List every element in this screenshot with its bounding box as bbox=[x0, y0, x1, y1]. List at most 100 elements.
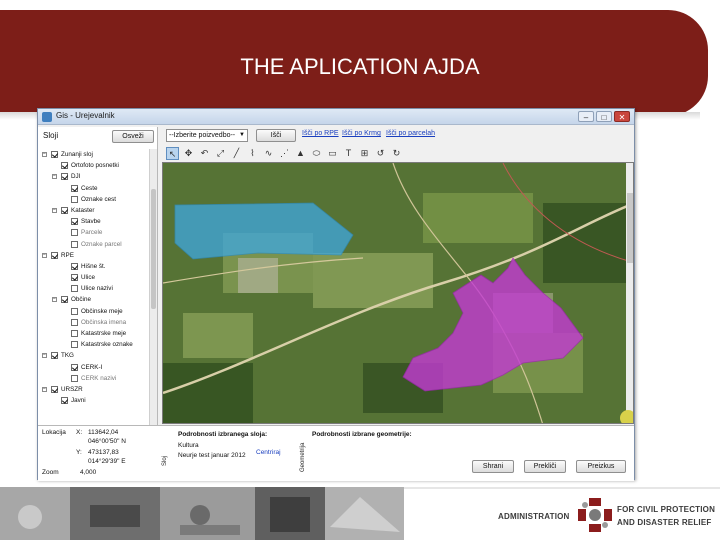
ellipse-tool-icon[interactable]: ⬭ bbox=[310, 147, 323, 160]
layer-checkbox[interactable] bbox=[71, 229, 78, 237]
layer-tree-row[interactable]: − URSZR bbox=[38, 384, 150, 395]
search-krmg-link[interactable]: Išči po Krmg bbox=[342, 130, 381, 137]
polyline-tool-icon[interactable]: ⌇ bbox=[246, 147, 259, 160]
search-button[interactable]: Išči bbox=[256, 129, 296, 142]
layer-tree-row[interactable]: − DJI bbox=[38, 171, 150, 182]
redo-icon[interactable]: ↻ bbox=[390, 147, 403, 160]
layer-checkbox[interactable] bbox=[71, 274, 78, 282]
layer-checkbox[interactable] bbox=[61, 173, 68, 181]
drawing-toolbar: ↖ ✥ ↶ ⤢ ╱ ⌇ ∿ ⋰ ▲ ⬭ ▭ T ⊞ ↺ ↻ bbox=[160, 147, 634, 161]
layer-checkbox[interactable] bbox=[71, 341, 78, 349]
expand-toggle-icon[interactable]: − bbox=[42, 252, 47, 258]
polygon-tool-icon[interactable]: ▲ bbox=[294, 147, 307, 160]
center-link[interactable]: Centriraj bbox=[256, 449, 281, 456]
table-tool-icon[interactable]: ⊞ bbox=[358, 147, 371, 160]
y-label: Y: bbox=[76, 449, 82, 456]
expand-toggle-icon[interactable]: − bbox=[42, 152, 47, 157]
layer-tree-row[interactable]: Ulice bbox=[38, 272, 150, 283]
layer-tree-row[interactable]: Ulice nazivi bbox=[38, 283, 150, 294]
layer-checkbox[interactable] bbox=[71, 363, 78, 371]
layer-label: Katastrske meje bbox=[81, 330, 127, 337]
layer-tree-row[interactable]: Občinska imena bbox=[38, 317, 150, 328]
layer-tree-row[interactable]: Parcele bbox=[38, 227, 150, 238]
layer-checkbox[interactable] bbox=[71, 285, 78, 293]
y-value: 473137,83 bbox=[88, 449, 119, 456]
layer-tree-row[interactable]: CERK-I bbox=[38, 362, 150, 373]
layer-label: RPE bbox=[61, 251, 74, 259]
layer-checkbox[interactable] bbox=[71, 318, 78, 326]
layer-checkbox[interactable] bbox=[51, 352, 58, 360]
search-parcels-link[interactable]: Išči po parcelah bbox=[386, 130, 435, 137]
layer-tree-row[interactable]: Občinske meje bbox=[38, 306, 150, 317]
freehand-tool-icon[interactable]: ∿ bbox=[262, 147, 275, 160]
expand-toggle-icon[interactable]: − bbox=[42, 386, 47, 392]
pointer-tool-icon[interactable]: ↖ bbox=[166, 147, 179, 160]
layer-tree-row[interactable]: Javni bbox=[38, 395, 150, 406]
layer-checkbox[interactable] bbox=[51, 151, 58, 158]
test-button[interactable]: Preizkus bbox=[576, 460, 626, 473]
layer-label: Ulice nazivi bbox=[81, 285, 113, 293]
layer-tree: − Zunanji sloj Ortofoto posnetki − DJI Ceste O… bbox=[38, 149, 150, 425]
x-value: 113642,04 bbox=[88, 429, 119, 436]
resize-tool-icon[interactable]: ⤢ bbox=[214, 147, 227, 160]
layer-checkbox[interactable] bbox=[61, 296, 68, 304]
window-titlebar[interactable]: Gis - Urejevalnik – □ ✕ bbox=[38, 109, 634, 125]
rectangle-tool-icon[interactable]: ▭ bbox=[326, 147, 339, 160]
layer-tree-row[interactable]: Stavbe bbox=[38, 216, 150, 227]
minimize-button[interactable]: – bbox=[578, 111, 594, 122]
query-select[interactable]: --Izberite poizvedbo-- ▼ bbox=[166, 129, 248, 142]
layer-checkbox[interactable] bbox=[71, 195, 78, 203]
layer-tab[interactable]: Sloj bbox=[162, 456, 168, 466]
layer-checkbox[interactable] bbox=[51, 251, 58, 259]
geometry-tab[interactable]: Geometrija bbox=[300, 443, 306, 472]
layer-checkbox[interactable] bbox=[71, 240, 78, 248]
node-tool-icon[interactable]: ⋰ bbox=[278, 147, 291, 160]
expand-toggle-icon[interactable]: − bbox=[42, 353, 47, 359]
pan-tool-icon[interactable]: ✥ bbox=[182, 147, 195, 160]
layer-tree-row[interactable]: Ceste bbox=[38, 183, 150, 194]
layer-tree-row[interactable]: − Kataster bbox=[38, 205, 150, 216]
logo-line-2: AND DISASTER RELIEF bbox=[617, 518, 712, 527]
lasso-tool-icon[interactable]: ↶ bbox=[198, 147, 211, 160]
cancel-button[interactable]: Prekliči bbox=[524, 460, 566, 473]
layer-checkbox[interactable] bbox=[51, 385, 58, 393]
layer-checkbox[interactable] bbox=[71, 262, 78, 270]
layer-checkbox[interactable] bbox=[71, 374, 78, 382]
rescue-photos-collage bbox=[0, 487, 404, 540]
layer-checkbox[interactable] bbox=[61, 206, 68, 214]
layer-checkbox[interactable] bbox=[71, 307, 78, 315]
save-button[interactable]: Shrani bbox=[472, 460, 514, 473]
layer-tree-row[interactable]: Hišne št. bbox=[38, 261, 150, 272]
layer-checkbox[interactable] bbox=[61, 162, 68, 170]
refresh-button[interactable]: Osveži bbox=[112, 130, 154, 143]
layer-tree-row[interactable]: Oznake parcel bbox=[38, 239, 150, 250]
layer-checkbox[interactable] bbox=[71, 218, 78, 226]
text-tool-icon[interactable]: T bbox=[342, 147, 355, 160]
layer-tree-row[interactable]: Katastrske oznake bbox=[38, 339, 150, 350]
layer-label: CERK-I bbox=[81, 363, 103, 371]
layer-checkbox[interactable] bbox=[71, 330, 78, 337]
map-view[interactable] bbox=[162, 162, 634, 424]
layer-panel-scrollbar[interactable] bbox=[149, 149, 157, 425]
layer-tree-row[interactable]: − RPE bbox=[38, 250, 150, 261]
close-button[interactable]: ✕ bbox=[614, 111, 630, 122]
layer-tree-row[interactable]: Ortofoto posnetki bbox=[38, 160, 150, 171]
layer-checkbox[interactable] bbox=[61, 397, 68, 405]
layer-label: DJI bbox=[71, 173, 81, 181]
search-rpe-link[interactable]: Išči po RPE bbox=[302, 130, 339, 137]
layer-tree-row[interactable]: − TKG bbox=[38, 350, 150, 361]
scroll-thumb[interactable] bbox=[151, 189, 156, 309]
layer-tree-row[interactable]: − Občine bbox=[38, 294, 150, 305]
layer-tree-row[interactable]: Oznake cest bbox=[38, 194, 150, 205]
layer-checkbox[interactable] bbox=[71, 184, 78, 192]
expand-toggle-icon[interactable]: − bbox=[52, 207, 57, 213]
expand-toggle-icon[interactable]: − bbox=[52, 297, 57, 303]
layer-tree-row[interactable]: Katastrske meje bbox=[38, 328, 150, 339]
expand-toggle-icon[interactable]: − bbox=[52, 174, 57, 180]
line-tool-icon[interactable]: ╱ bbox=[230, 147, 243, 160]
geometry-details-title: Podrobnosti izbrane geometrije: bbox=[312, 431, 412, 438]
maximize-button[interactable]: □ bbox=[596, 111, 612, 122]
undo-icon[interactable]: ↺ bbox=[374, 147, 387, 160]
layer-tree-row[interactable]: CERK nazivi bbox=[38, 373, 150, 384]
layer-tree-row[interactable]: − Zunanji sloj bbox=[38, 149, 150, 160]
